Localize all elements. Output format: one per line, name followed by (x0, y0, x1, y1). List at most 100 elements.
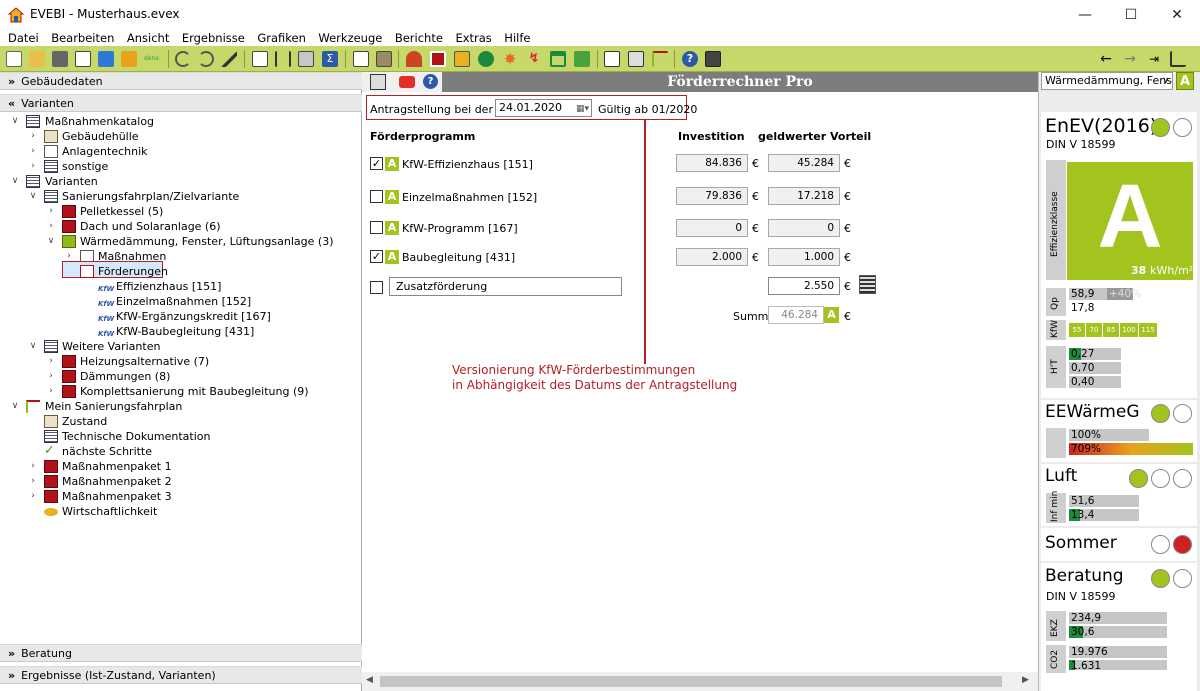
expand-toggle[interactable]: › (28, 474, 38, 489)
sum-icon[interactable]: Σ (322, 51, 338, 67)
section-varianten[interactable]: «Varianten (0, 94, 362, 112)
heating-icon[interactable] (406, 51, 422, 67)
roadmap-icon[interactable] (652, 51, 668, 67)
report-icon[interactable] (252, 51, 268, 67)
tree-item[interactable]: Technische Dokumentation (62, 429, 210, 444)
expand-toggle[interactable]: › (28, 144, 38, 159)
menu-berichte[interactable]: Berichte (391, 30, 447, 46)
tree-item[interactable]: Dach und Solaranlage (6) (80, 219, 221, 234)
tree-item[interactable]: Effizienzhaus [151] (116, 279, 221, 294)
structure-icon[interactable] (275, 51, 291, 67)
power-icon[interactable]: ↯ (526, 51, 542, 67)
checkbox-167[interactable] (370, 221, 383, 234)
tree-item[interactable]: KfW-Baubegleitung [431] (116, 324, 254, 339)
antrag-date-picker[interactable]: 24.01.2020 ▦▾ (495, 99, 592, 117)
print-icon[interactable] (370, 74, 386, 90)
chart-icon[interactable] (1170, 51, 1186, 67)
globe-icon[interactable] (478, 51, 494, 67)
expand-toggle[interactable]: › (46, 354, 56, 369)
menu-grafiken[interactable]: Grafiken (253, 30, 310, 46)
section-beratung[interactable]: » Beratung (0, 644, 362, 662)
tree-item[interactable]: Maßnahmenpaket 1 (62, 459, 172, 474)
tree-item[interactable]: Dämmungen (8) (80, 369, 170, 384)
calculator-icon[interactable] (705, 51, 721, 67)
expand-toggle[interactable]: ∨ (28, 189, 38, 204)
open-folder-icon[interactable] (29, 51, 45, 67)
maximize-icon[interactable]: ☐ (1108, 0, 1154, 30)
menu-datei[interactable]: Datei (4, 30, 43, 46)
expand-toggle[interactable]: ∨ (28, 339, 38, 354)
tree-item[interactable]: Komplettsanierung mit Baubegleitung (9) (80, 384, 309, 399)
import-icon[interactable] (98, 51, 114, 67)
expand-toggle[interactable]: › (46, 204, 56, 219)
tree-item[interactable]: nächste Schritte (62, 444, 152, 459)
menu-extras[interactable]: Extras (451, 30, 495, 46)
expand-toggle[interactable]: › (28, 489, 38, 504)
tree-item[interactable]: sonstige (62, 159, 108, 174)
checkbox-151[interactable]: ✓ (370, 157, 383, 170)
video-icon[interactable] (399, 76, 415, 88)
menu-werkzeuge[interactable]: Werkzeuge (314, 30, 386, 46)
tree-item[interactable]: Pelletkessel (5) (80, 204, 163, 219)
section-gebaeudedaten[interactable]: » Gebäudedaten (0, 72, 362, 90)
tree-item[interactable]: Maßnahmenpaket 2 (62, 474, 172, 489)
expand-toggle[interactable]: › (28, 129, 38, 144)
back-arrow-icon[interactable]: ← (1098, 51, 1114, 67)
house-energy-icon[interactable] (550, 51, 566, 67)
tree-item[interactable]: Mein Sanierungsfahrplan (45, 399, 182, 414)
new-file-icon[interactable] (6, 51, 22, 67)
zusatz-input[interactable]: Zusatzförderung (389, 277, 622, 296)
help-icon[interactable]: ? (423, 74, 438, 89)
redo-icon[interactable] (198, 51, 214, 67)
tree-item[interactable]: Weitere Varianten (62, 339, 160, 354)
tree-item-selected[interactable]: Förderungen (98, 264, 168, 279)
edit-icon[interactable] (221, 51, 237, 67)
scroll-thumb[interactable] (380, 676, 1002, 687)
expand-toggle[interactable]: › (46, 384, 56, 399)
document-icon[interactable] (353, 51, 369, 67)
tree-item[interactable]: Einzelmaßnahmen [152] (116, 294, 251, 309)
preview-icon[interactable] (628, 51, 644, 67)
tree-item[interactable]: Sanierungsfahrplan/Zielvariante (62, 189, 239, 204)
tree-item[interactable]: Gebäudehülle (62, 129, 139, 144)
tree-item[interactable]: Zustand (62, 414, 107, 429)
expand-toggle[interactable]: ∨ (46, 234, 56, 249)
print-icon[interactable] (604, 51, 620, 67)
minimize-icon[interactable]: — (1062, 0, 1108, 30)
tree-item[interactable]: Wärmedämmung, Fenster, Lüftungsanlage (3… (80, 234, 333, 249)
undo-icon[interactable] (175, 51, 191, 67)
tree-item[interactable]: Maßnahmenkatalog (45, 114, 154, 129)
copy-icon[interactable] (75, 51, 91, 67)
menu-bearbeiten[interactable]: Bearbeiten (47, 30, 118, 46)
scroll-right-icon[interactable]: ▶ (1022, 675, 1029, 685)
help-icon[interactable]: ? (682, 51, 698, 67)
save-icon[interactable] (52, 51, 68, 67)
note-icon[interactable] (454, 51, 470, 67)
green-house-icon[interactable] (574, 51, 590, 67)
menu-ergebnisse[interactable]: Ergebnisse (178, 30, 249, 46)
dena-icon[interactable]: dena (144, 51, 164, 67)
expand-toggle[interactable]: ∨ (10, 114, 20, 129)
tree-item[interactable]: Maßnahmenpaket 3 (62, 489, 172, 504)
sun-icon[interactable]: ✸ (502, 51, 518, 67)
tree-item[interactable]: KfW-Ergänzungskredit [167] (116, 309, 271, 324)
checkbox-431[interactable]: ✓ (370, 250, 383, 263)
export-icon[interactable] (121, 51, 137, 67)
calendar-dropdown-icon[interactable]: ▦▾ (576, 101, 589, 117)
tree-item[interactable]: Varianten (45, 174, 98, 189)
scroll-left-icon[interactable]: ◀ (366, 675, 373, 685)
menu-ansicht[interactable]: Ansicht (123, 30, 173, 46)
zusatz-value-input[interactable]: 2.550 (768, 277, 840, 295)
checkbox-zusatz[interactable] (370, 281, 383, 294)
section-ergebnisse[interactable]: » Ergebnisse (Ist-Zustand, Varianten) (0, 666, 362, 684)
tree-item[interactable]: Heizungsalternative (7) (80, 354, 209, 369)
expand-toggle[interactable]: › (28, 459, 38, 474)
tree-item[interactable]: Anlagentechnik (62, 144, 148, 159)
calc-table-icon[interactable] (298, 51, 314, 67)
expand-toggle[interactable]: ∨ (10, 399, 20, 414)
checkbox-152[interactable] (370, 190, 383, 203)
forward-arrow-icon[interactable]: → (1122, 51, 1138, 67)
catalog-icon[interactable] (376, 51, 392, 67)
horizontal-scrollbar[interactable]: ◀ ▶ (362, 672, 1038, 691)
pdf-icon[interactable] (430, 51, 446, 67)
